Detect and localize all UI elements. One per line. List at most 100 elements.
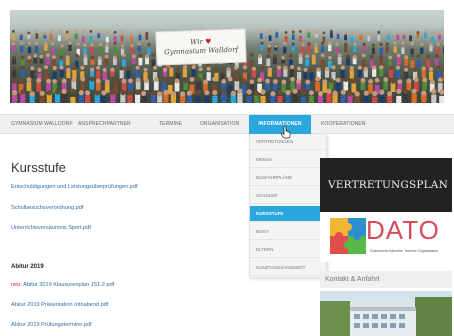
crowd-person: [12, 69, 17, 78]
crowd-person-head: [397, 79, 403, 85]
crowd-person: [424, 32, 427, 39]
crowd-person-head: [424, 30, 427, 34]
crowd-person: [305, 58, 309, 67]
crowd-person-head: [20, 65, 25, 70]
crowd-person: [43, 71, 49, 81]
crowd-person: [411, 93, 417, 103]
crowd-person-head: [19, 32, 23, 35]
crowd-person-head: [361, 53, 366, 58]
crowd-person: [443, 46, 444, 54]
crowd-person-head: [422, 77, 428, 83]
crowd-person-head: [344, 31, 347, 34]
crowd-person-head: [281, 55, 285, 60]
crowd-person-head: [320, 41, 325, 45]
crowd-person-head: [121, 78, 127, 84]
crowd-person-head: [20, 89, 26, 95]
crowd-person-head: [43, 65, 49, 70]
dato-label: DATO: [366, 215, 440, 245]
crowd-person: [126, 70, 131, 79]
crowd-person-head: [176, 67, 181, 72]
crowd-person-head: [121, 53, 126, 57]
crowd-person-head: [97, 56, 102, 60]
dato-widget[interactable]: DATO Dokumente Aktueller Termine Organis…: [320, 212, 452, 262]
dropdown-item-busfahrplaene[interactable]: BUSFAHRPLÄNE: [250, 170, 328, 186]
crowd-person-head: [351, 78, 357, 84]
crowd-person-head: [335, 77, 341, 83]
kontakt-anfahrt-heading[interactable]: Kontakt & Anfahrt: [320, 271, 452, 288]
crowd-person-head: [402, 32, 406, 36]
link-abitur-klausurenplan[interactable]: neu: Abitur 2019 Klausurenplan JS1.2.pdf: [11, 282, 114, 288]
crowd-person: [89, 35, 93, 42]
crowd-person-head: [145, 54, 149, 59]
crowd-person: [137, 45, 141, 52]
crowd-person-head: [54, 89, 61, 95]
crowd-person-head: [258, 54, 262, 59]
crowd-person: [127, 94, 133, 103]
crowd-person-head: [289, 64, 295, 70]
nav-item-kooperationen[interactable]: KOOPERATIONEN: [321, 115, 366, 134]
crowd-person-head: [307, 42, 311, 46]
nav-item-informationen[interactable]: INFORMATIONEN: [249, 115, 311, 134]
crowd-person-head: [404, 55, 409, 60]
crowd-person: [275, 32, 279, 38]
crowd-person-head: [27, 41, 32, 45]
crowd-person-head: [413, 77, 419, 83]
crowd-person-head: [137, 42, 141, 46]
crowd-person-head: [292, 88, 298, 94]
dropdown-item-ganztagesangebot[interactable]: GANZTAGESANGEBOT: [250, 260, 328, 276]
crowd-person-head: [143, 67, 148, 72]
header-banner: Wir ♥ Gymnasium Walldorf: [155, 28, 247, 66]
crowd-person-head: [330, 29, 333, 33]
nav-item-ansprechpartner[interactable]: ANSPRECHPARTNER: [78, 115, 131, 134]
dropdown-item-bogy[interactable]: BOGY: [250, 224, 328, 240]
crowd-person: [138, 57, 143, 66]
crowd-person-head: [416, 54, 421, 59]
link-abitur-praesentation[interactable]: Abitur 2019 Präsentation Infoabend.pdf: [11, 302, 108, 308]
crowd-person-head: [379, 65, 384, 70]
crowd-person: [246, 95, 252, 103]
nav-item-organisation[interactable]: ORGANISATION: [200, 115, 239, 134]
crowd-person-head: [260, 89, 266, 95]
crowd-person-head: [35, 30, 39, 33]
crowd-person-head: [135, 77, 141, 83]
school-building-photo: [320, 291, 452, 336]
crowd-person-head: [234, 76, 240, 82]
nav-item-termine[interactable]: TERMINE: [159, 115, 182, 134]
link-entschuldigungen[interactable]: Entschuldigungen und Leistungsüberprüfun…: [11, 184, 138, 190]
crowd-person-head: [265, 78, 270, 84]
crowd-person-head: [169, 67, 174, 72]
crowd-person-head: [180, 91, 186, 97]
crowd-person-head: [46, 90, 52, 96]
crowd-person-head: [94, 90, 100, 96]
nav-item-gymnasium-walldorf[interactable]: GYMNASIUM WALLDORF: [11, 115, 73, 134]
puzzle-icon: [330, 218, 366, 254]
crowd-person-head: [104, 79, 110, 85]
crowd-person: [402, 94, 409, 103]
link-abitur-pruefungstermine[interactable]: Abitur 2019 Prüfungstermine.pdf: [11, 322, 92, 328]
link-schulbesuchsverordnung[interactable]: Schulbesuchsverordnung.pdf: [11, 205, 83, 211]
crowd-person: [101, 95, 107, 103]
dropdown-item-schueler[interactable]: SCHÜLER: [250, 188, 328, 204]
crowd-person: [74, 33, 78, 40]
crowd-person-head: [135, 89, 141, 95]
crowd-person-head: [151, 53, 156, 58]
link-unterrichtsversaeumnis-sport[interactable]: Unterrichtsversäumnis Sport.pdf: [11, 225, 91, 231]
crowd-person: [281, 83, 287, 93]
crowd-person: [359, 34, 363, 40]
crowd-person: [35, 33, 39, 39]
crowd-person-head: [72, 65, 77, 70]
crowd-person: [65, 33, 69, 39]
crowd-person: [58, 35, 61, 41]
crowd-person: [174, 82, 180, 92]
building-graphic: [320, 297, 452, 336]
vertretungsplan-widget[interactable]: VERTRETUNGSPLAN: [320, 158, 452, 212]
crowd-person-head: [59, 65, 64, 70]
dropdown-item-kursstufe[interactable]: KURSSTUFE: [250, 206, 328, 222]
dropdown-item-mensa[interactable]: MENSA: [250, 152, 328, 168]
crowd-person-head: [388, 55, 393, 60]
dropdown-item-eltern[interactable]: ELTERN: [250, 242, 328, 258]
crowd-person: [30, 70, 35, 79]
crowd-person-head: [303, 67, 308, 72]
crowd-person: [260, 44, 264, 51]
crowd-person-head: [147, 43, 151, 47]
